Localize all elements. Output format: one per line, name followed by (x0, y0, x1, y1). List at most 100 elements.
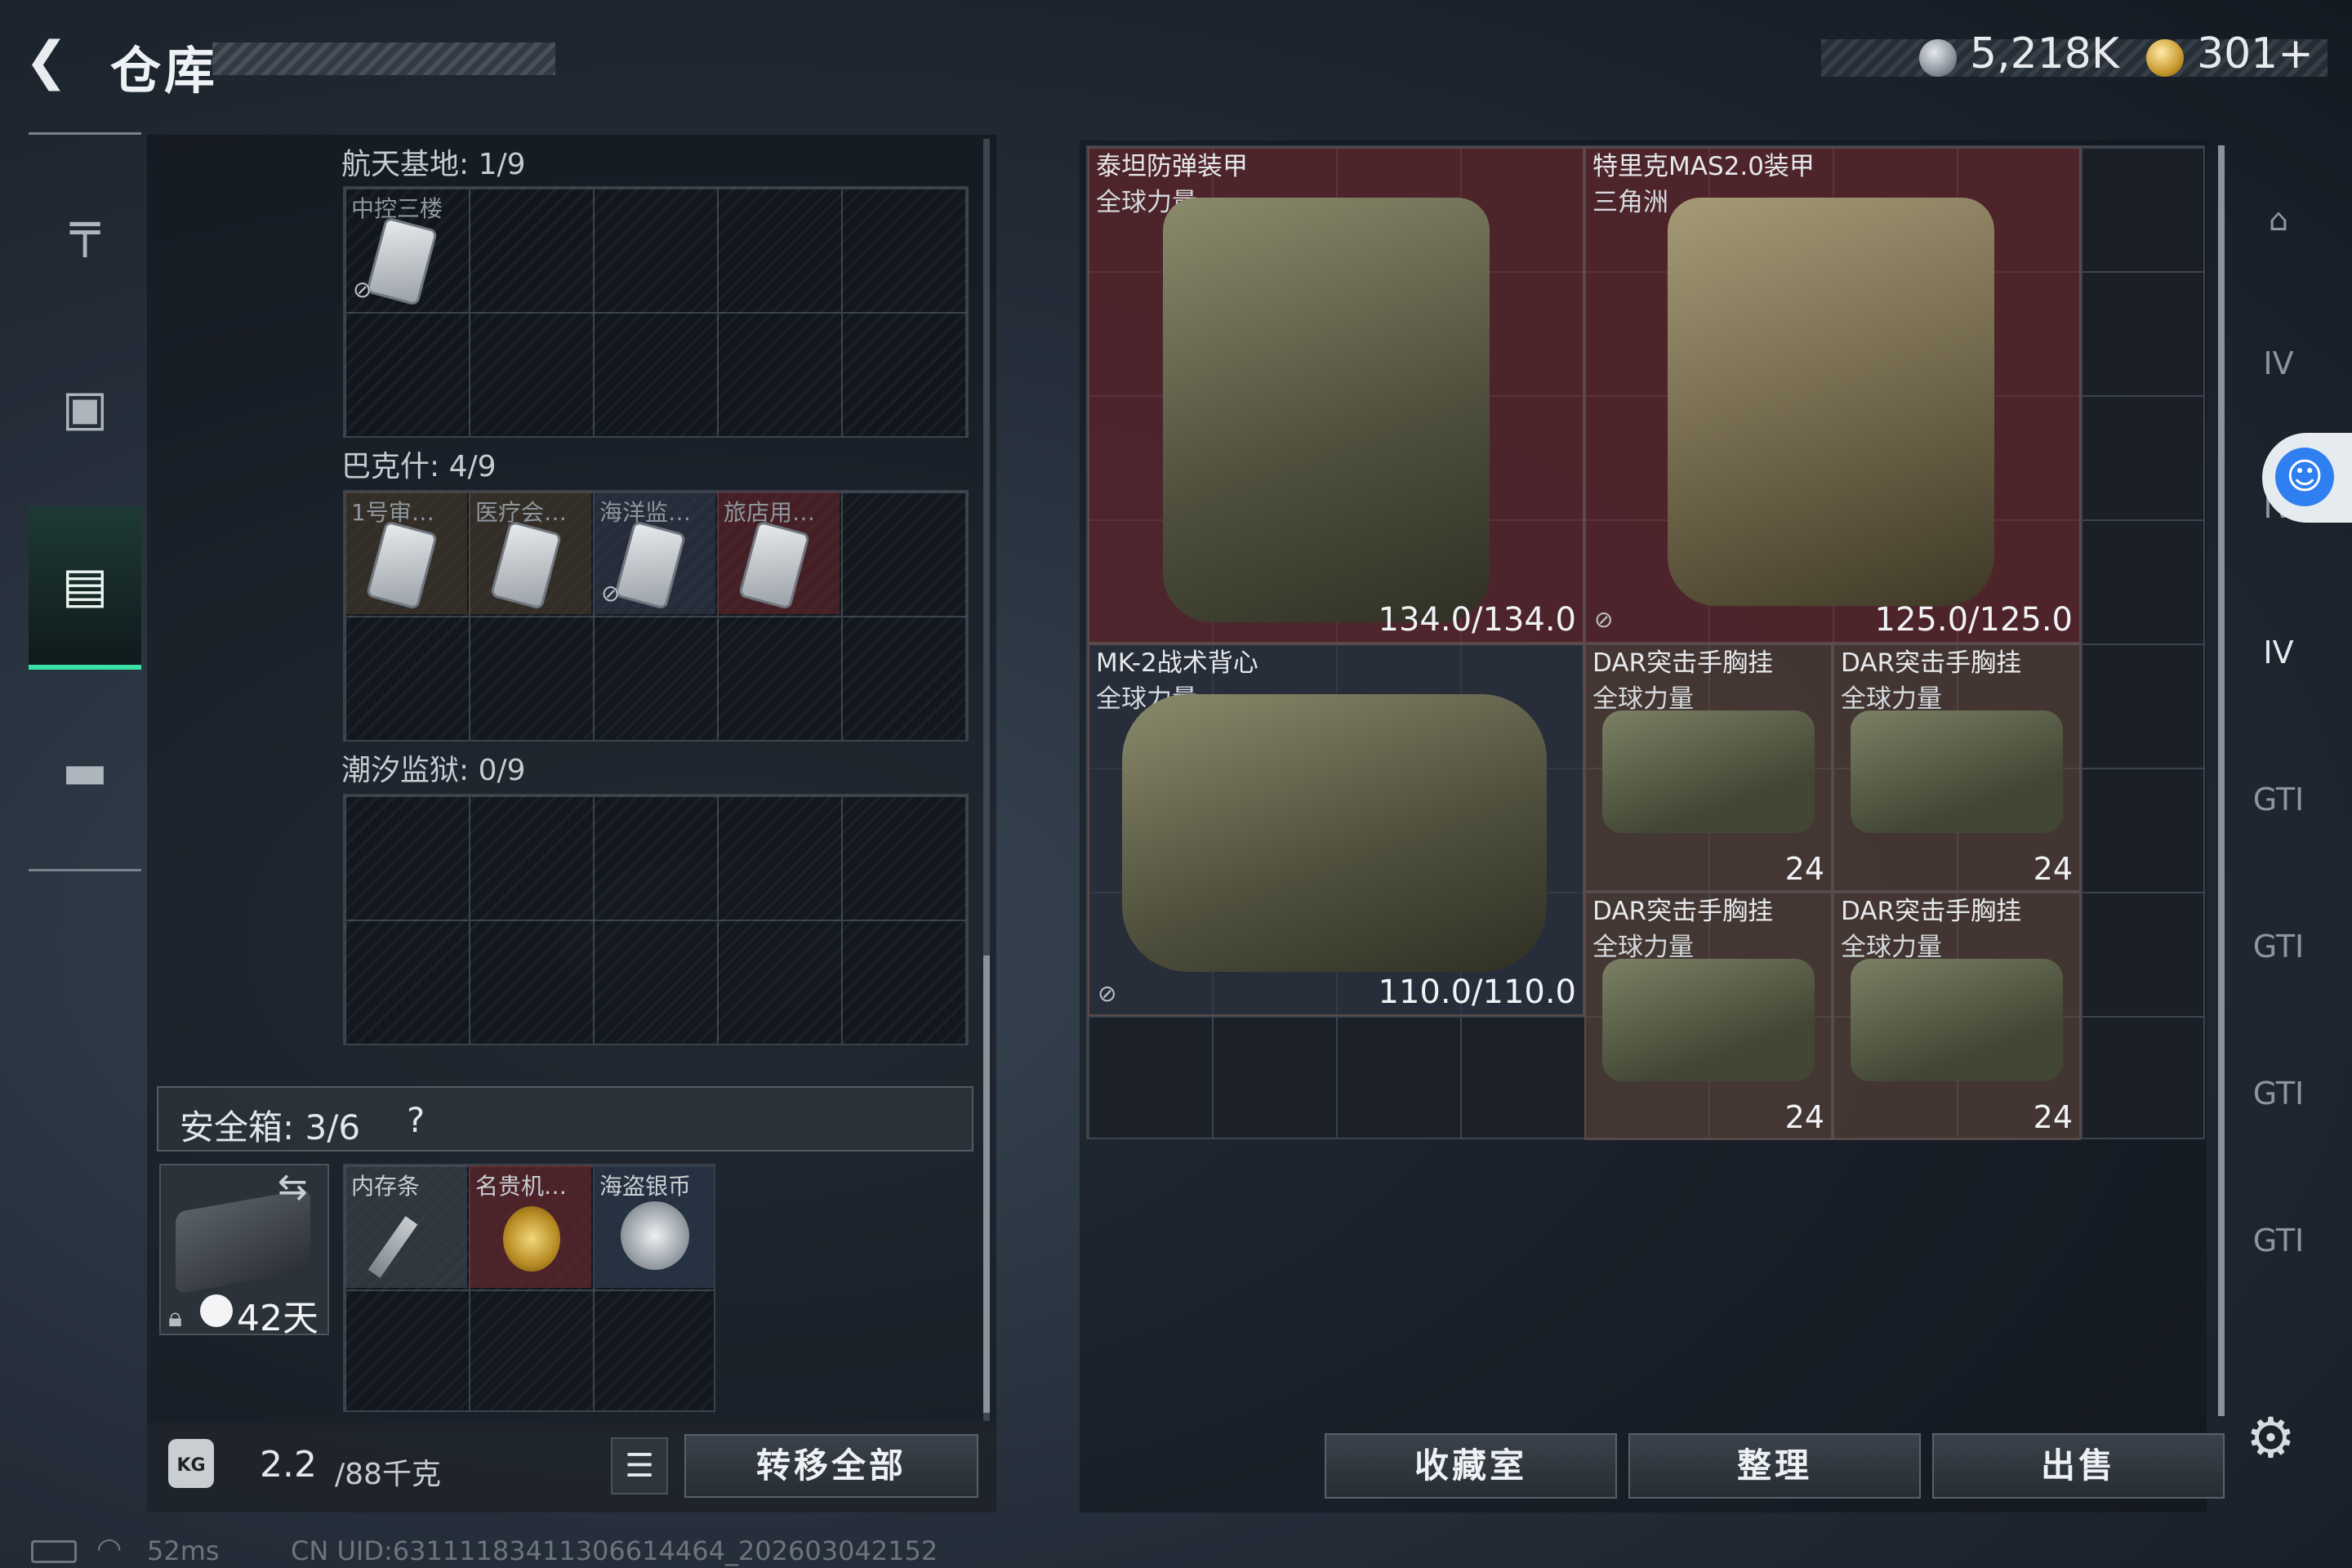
battery-icon (31, 1540, 77, 1563)
inventory-item-vest[interactable]: MK-2战术背心 全球力量 ⊘ 110.0/110.0 (1088, 644, 1584, 1016)
stash-slot[interactable]: 医疗会… (469, 492, 591, 614)
weight-max: /88千克 (335, 1458, 441, 1491)
silver-coin-item-icon (621, 1201, 689, 1270)
collection-room-button[interactable]: 收藏室 (1325, 1433, 1617, 1499)
no-sell-icon: ⊘ (1594, 606, 1614, 633)
keycard-icon (617, 523, 684, 608)
filter-rig-gti-alt-icon[interactable]: GTI (2238, 902, 2319, 991)
chest-rig-icon (1851, 959, 2063, 1081)
slot-label: 内存条 (351, 1173, 421, 1200)
slot-label: 中控三楼 (351, 195, 443, 222)
weight-lock-icon: KG (168, 1439, 214, 1488)
item-name: DAR突击手胸挂 (1841, 648, 2022, 678)
uid-text: CN UID:6311118341130661446­4_20260304215… (291, 1535, 938, 1566)
slot-label: 旅店用… (724, 499, 816, 526)
section-label-aerospace: 航天基地: 1/9 (341, 148, 526, 181)
keycard-icon (368, 219, 435, 304)
no-sell-icon: ⊘ (353, 276, 372, 303)
left-scrollbar-thumb[interactable] (983, 956, 990, 1413)
sort-button[interactable]: 整理 (1628, 1433, 1921, 1499)
swap-icon[interactable]: ⇆ (278, 1166, 308, 1208)
nav-backpack-icon[interactable]: ▣ (29, 327, 141, 490)
accessibility-icon[interactable]: ☺︎ (2275, 448, 2334, 506)
item-faction: 全球力量 (1841, 933, 1942, 962)
item-faction: 三角洲 (1592, 188, 1668, 217)
no-sell-icon: ⊘ (601, 580, 621, 607)
ram-stick-icon (368, 1216, 418, 1278)
nav-stash-icon[interactable]: ▤ (29, 506, 141, 670)
watch-icon (503, 1206, 560, 1272)
ping-text: 52ms (147, 1535, 220, 1566)
item-durability: 125.0/125.0 (1874, 601, 2074, 639)
weight-value: 2.2 (260, 1444, 317, 1486)
back-arrow-icon[interactable]: ❮ (24, 33, 82, 90)
clock-icon (200, 1294, 233, 1327)
slot-label: 海盗银币 (599, 1173, 692, 1200)
transfer-all-button[interactable]: 转移全部 (684, 1434, 978, 1498)
inventory-item-rig[interactable]: DAR突击手胸挂 全球力量 24 (1833, 644, 2081, 892)
stash-slot[interactable]: 旅店用… (717, 492, 840, 614)
section-label-bakhsh: 巴克什: 4/9 (341, 450, 497, 483)
item-name: DAR突击手胸挂 (1841, 897, 2022, 926)
keycard-icon (741, 523, 808, 608)
keycard-icon (368, 523, 435, 608)
inventory-item-rig[interactable]: DAR突击手胸挂 全球力量 24 (1584, 644, 1833, 892)
slot-label: 1号审… (351, 499, 434, 526)
filter-rig-gti-2-icon[interactable]: GTI (2238, 1049, 2319, 1138)
item-capacity: 24 (2033, 1099, 2073, 1135)
stash-slot[interactable]: 中控三楼 ⊘ (345, 188, 467, 310)
title-decoration (212, 42, 555, 75)
inventory-item-rig[interactable]: DAR突击手胸挂 全球力量 24 (1584, 892, 1833, 1140)
armor-vest-icon (1668, 198, 1994, 606)
gold-amount[interactable]: 301+ (2197, 29, 2314, 78)
section-label-tidal-prison: 潮汐监狱: 0/9 (341, 754, 526, 787)
item-durability: 110.0/110.0 (1378, 973, 1577, 1011)
filter-rig-gti-3-icon[interactable]: GTI (2238, 1196, 2319, 1285)
inventory-item-armor[interactable]: 特里克MAS2.0装甲 三角洲 ⊘ 125.0/125.0 (1584, 147, 2081, 644)
slot-label: 名贵机… (475, 1173, 568, 1200)
nav-briefcase-icon[interactable]: ▬ (29, 690, 141, 853)
help-icon[interactable]: ? (407, 1100, 425, 1140)
item-name: DAR突击手胸挂 (1592, 648, 1774, 678)
armor-vest-icon (1163, 198, 1490, 622)
lock-icon: 🔒︎ (168, 1302, 183, 1333)
item-name: 泰坦防弹装甲 (1096, 152, 1248, 181)
item-name: MK-2战术背心 (1096, 648, 1258, 678)
item-faction: 全球力量 (1592, 933, 1694, 962)
chest-rig-icon (1602, 959, 1815, 1081)
sell-button[interactable]: 出售 (1932, 1433, 2225, 1499)
chest-rig-icon (1851, 710, 2063, 833)
item-durability: 134.0/134.0 (1378, 601, 1577, 639)
silver-coin-icon (1919, 39, 1957, 77)
item-capacity: 24 (1784, 851, 1824, 887)
item-faction: 全球力量 (1841, 684, 1942, 714)
gold-coin-icon (2146, 39, 2184, 77)
tactical-vest-icon (1122, 694, 1547, 972)
keycard-icon (492, 523, 559, 608)
safe-box-label: 安全箱: 3/6 (180, 1107, 361, 1147)
inventory-item-rig[interactable]: DAR突击手胸挂 全球力量 24 (1833, 892, 2081, 1140)
gear-icon[interactable]: ⚙︎ (2246, 1406, 2296, 1471)
item-name: DAR突击手胸挂 (1592, 897, 1774, 926)
item-faction: 全球力量 (1592, 684, 1694, 714)
filter-helmet-icon[interactable]: ⌂ (2238, 175, 2319, 265)
stash-slot[interactable]: 1号审… (345, 492, 467, 614)
nav-pistol-icon[interactable]: ╤ (29, 147, 141, 310)
safe-slot[interactable]: 内存条 (345, 1165, 467, 1288)
slot-label: 海洋监… (599, 499, 692, 526)
slot-label: 医疗会… (475, 499, 568, 526)
safe-slot[interactable]: 海盗银币 (593, 1165, 715, 1288)
stash-slot[interactable]: 海洋监… ⊘ (593, 492, 715, 614)
item-capacity: 24 (2033, 851, 2073, 887)
safe-slot[interactable]: 名贵机… (469, 1165, 591, 1288)
safe-days-remaining: 42天 (237, 1298, 318, 1339)
inventory-item-armor[interactable]: 泰坦防弹装甲 全球力量 134.0/134.0 (1088, 147, 1584, 644)
filter-armor-iv-selected-icon[interactable]: IV (2238, 608, 2319, 697)
right-scrollbar[interactable] (2218, 145, 2225, 1416)
list-view-button[interactable]: ☰ (611, 1437, 668, 1494)
filter-armor-iv-icon[interactable]: IV (2238, 318, 2319, 408)
stash-grid-tidal-prison (343, 794, 969, 1045)
filter-rig-gti-icon[interactable]: GTI (2238, 755, 2319, 844)
item-name: 特里克MAS2.0装甲 (1592, 152, 1815, 181)
silver-amount: 5,218K (1970, 29, 2119, 78)
